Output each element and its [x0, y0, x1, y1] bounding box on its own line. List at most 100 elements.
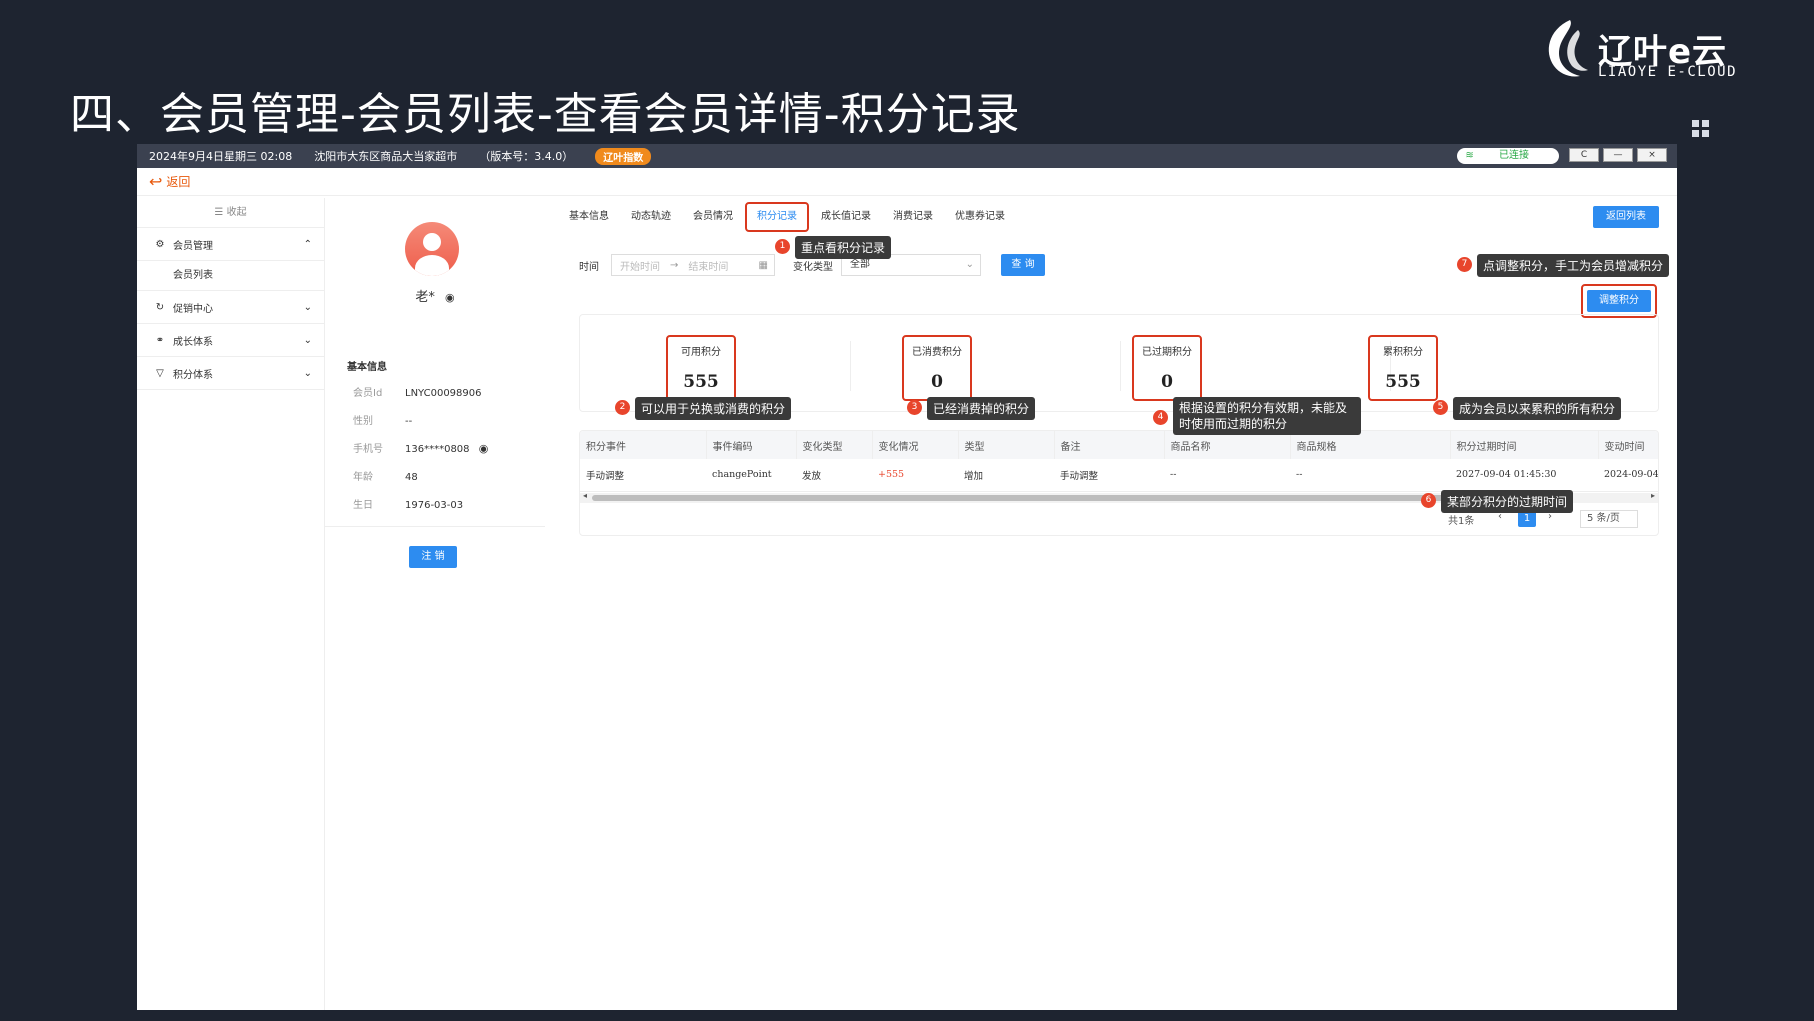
tab-coupon-record[interactable]: 优惠券记录	[945, 202, 1015, 232]
field-phone: 手机号 136****0808 ◉	[353, 440, 488, 455]
column-header[interactable]: 变动时间	[1598, 431, 1658, 459]
version: （版本号：3.4.0）	[479, 150, 574, 163]
slide-dots-icon	[1692, 120, 1712, 140]
tab-basic-info[interactable]: 基本信息	[559, 202, 619, 232]
annotation-tip: 成为会员以来累积的所有积分	[1453, 397, 1622, 420]
table-cell: 2024-09-04 0	[1598, 459, 1658, 492]
table-row[interactable]: 手动调整 changePoint 发放 +555 增加 手动调整 -- -- 2…	[580, 459, 1658, 492]
date-range-picker[interactable]: 开始时间 → 结束时间 ▦	[611, 254, 775, 276]
field-value: 1976-03-03	[405, 500, 464, 511]
annotation-marker: 6	[1421, 493, 1436, 508]
chevron-down-icon: ⌄	[303, 301, 312, 313]
page-size-select[interactable]: 5 条/页	[1580, 510, 1638, 528]
sidebar: ☰ 收起 ⚙ 会员管理 ⌃ 会员列表 ↻ 促销中心 ⌄ ⚭ 成长体系 ⌄ ▽ 积…	[137, 198, 325, 1010]
brand-logo: 辽叶e云 LIAOYE E-CLOUD	[1540, 16, 1740, 82]
tab-consumption-record[interactable]: 消费记录	[883, 202, 943, 232]
annotation-tip: 重点看积分记录	[795, 236, 892, 259]
column-header[interactable]: 备注	[1054, 431, 1165, 459]
close-button[interactable]: ×	[1637, 148, 1667, 162]
table-header-row: 积分事件 事件编码 变化类型 变化情况 类型 备注 商品名称 商品规格 积分过期…	[580, 431, 1658, 459]
adjust-points-button[interactable]: 调整积分	[1587, 290, 1651, 312]
member-profile: 老* ◉ 基本信息 会员Id LNYC00098906 性别 -- 手机号 136**…	[325, 198, 545, 1010]
chevron-down-icon: ⌄	[303, 334, 312, 346]
stat-value: 0	[931, 372, 943, 392]
eye-icon[interactable]: ◉	[445, 291, 455, 304]
query-button[interactable]: 查 询	[1001, 254, 1045, 276]
stat-label: 已消费积分	[912, 347, 962, 358]
stat-label: 已过期积分	[1142, 347, 1192, 358]
sidebar-group-growth[interactable]: ⚭ 成长体系 ⌄	[137, 324, 324, 357]
sidebar-group-label: 促销中心	[173, 303, 213, 315]
tab-activity[interactable]: 动态轨迹	[621, 202, 681, 232]
table-cell: changePoint	[706, 459, 796, 492]
annotation-marker: 1	[775, 239, 790, 254]
sidebar-group-points[interactable]: ▽ 积分体系 ⌄	[137, 357, 324, 390]
store-name: 沈阳市大东区商品大当家超市	[314, 150, 458, 163]
tab-points-record[interactable]: 积分记录	[745, 202, 809, 232]
page-1-button[interactable]: 1	[1518, 511, 1536, 527]
collapse-label: 收起	[226, 207, 247, 218]
table-cell: 手动调整	[1054, 459, 1164, 492]
column-header[interactable]: 变化类型	[796, 431, 873, 459]
datetime: 2024年9月4日星期三 02:08	[149, 150, 293, 163]
field-label: 会员Id	[353, 388, 383, 399]
stat-consumed: 已消费积分 0	[902, 335, 972, 401]
minimize-button[interactable]: —	[1603, 148, 1633, 162]
field-label: 手机号	[353, 444, 383, 455]
annotation-marker: 5	[1433, 400, 1448, 415]
wifi-icon: ≋	[1465, 150, 1474, 161]
scroll-right-icon[interactable]: ▸	[1651, 491, 1655, 500]
table-cell: 手动调整	[580, 459, 706, 492]
change-type-value: 全部	[850, 259, 870, 270]
divider	[1120, 341, 1121, 391]
column-header[interactable]: 商品名称	[1164, 431, 1291, 459]
annotation-tip: 已经消费掉的积分	[927, 397, 1036, 420]
back-link[interactable]: ↩ 返回	[137, 168, 1677, 196]
annotation-marker: 3	[907, 400, 922, 415]
time-label: 时间	[579, 261, 599, 273]
gear-icon: ⚙	[155, 238, 165, 250]
scroll-left-icon[interactable]: ◂	[583, 491, 587, 500]
column-header[interactable]: 类型	[958, 431, 1055, 459]
titlebar: 2024年9月4日星期三 02:08 沈阳市大东区商品大当家超市 （版本号：3.…	[137, 144, 1677, 168]
field-label: 生日	[353, 500, 373, 511]
field-value: 136****0808	[405, 444, 470, 455]
sidebar-group-label: 积分体系	[173, 369, 213, 381]
back-arrow-icon: ↩	[149, 172, 163, 191]
field-value: 48	[405, 472, 418, 483]
column-header[interactable]: 积分事件	[580, 431, 707, 459]
field-label: 年龄	[353, 472, 373, 483]
table-cell: 增加	[958, 459, 1054, 492]
tab-member-status[interactable]: 会员情况	[683, 202, 743, 232]
scrollbar-thumb[interactable]	[592, 495, 1452, 501]
sidebar-group-member[interactable]: ⚙ 会员管理 ⌃	[137, 228, 324, 261]
stat-accumulated: 累积积分 555	[1368, 335, 1438, 401]
tab-bar: 基本信息 动态轨迹 会员情况 积分记录 成长值记录 消费记录 优惠券记录	[559, 202, 1017, 232]
total-count: 共1条	[1448, 516, 1475, 527]
column-header[interactable]: 积分过期时间	[1450, 431, 1599, 459]
divider	[850, 341, 851, 391]
member-name-row: 老* ◉	[325, 286, 545, 305]
back-label: 返回	[166, 175, 191, 189]
column-header[interactable]: 事件编码	[706, 431, 797, 459]
avatar	[405, 222, 459, 276]
column-header[interactable]: 商品规格	[1290, 431, 1451, 459]
refresh-button[interactable]: C	[1569, 148, 1599, 162]
basic-info-title: 基本信息	[347, 362, 387, 373]
adjust-points-highlight: 调整积分	[1581, 284, 1657, 318]
sidebar-group-promotion[interactable]: ↻ 促销中心 ⌄	[137, 291, 324, 324]
collapse-button[interactable]: ☰ 收起	[137, 198, 324, 228]
eye-icon[interactable]: ◉	[479, 442, 489, 455]
chevron-up-icon: ⌃	[303, 238, 312, 250]
logout-button[interactable]: 注 销	[409, 546, 457, 568]
table-cell: 发放	[796, 459, 872, 492]
back-to-list-button[interactable]: 返回列表	[1593, 206, 1659, 228]
sidebar-group-label: 成长体系	[173, 336, 213, 348]
brand-badge[interactable]: 辽叶指数	[595, 147, 652, 165]
field-member-id: 会员Id LNYC00098906	[353, 384, 482, 399]
field-birthday: 生日 1976-03-03	[353, 496, 463, 511]
sidebar-item-member-list[interactable]: 会员列表	[137, 261, 324, 291]
tab-growth-record[interactable]: 成长值记录	[811, 202, 881, 232]
column-header[interactable]: 变化情况	[872, 431, 959, 459]
table-cell: +555	[872, 459, 958, 492]
